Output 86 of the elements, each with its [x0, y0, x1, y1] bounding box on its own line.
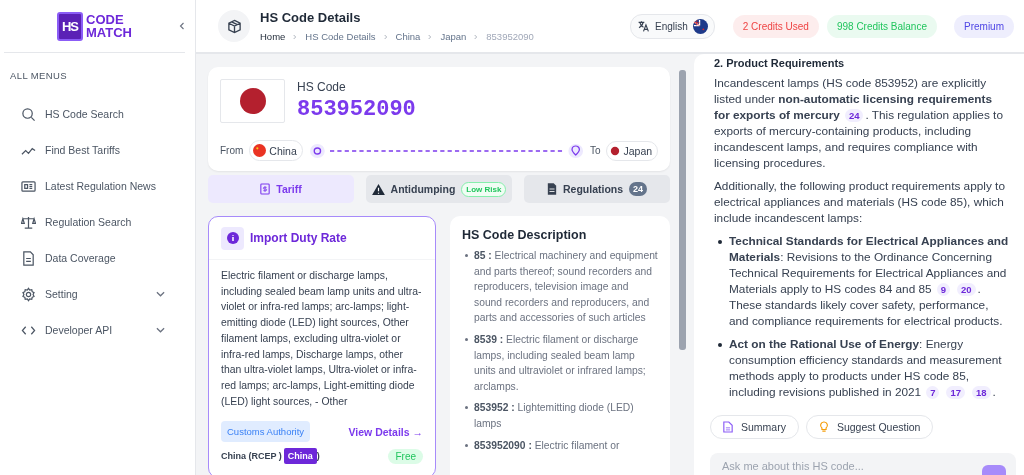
nav-item[interactable]: Regulation Search: [0, 204, 195, 240]
authority-badge: Customs Authority: [221, 421, 311, 443]
field-label: HS Code: [297, 80, 347, 94]
bullet-icon: [465, 443, 468, 447]
document-icon: [723, 421, 733, 433]
tab[interactable]: Regulations 24: [524, 175, 671, 203]
document-icon: [547, 183, 557, 195]
description-item: 85 : Electrical machinery and equipment and parts thereof; sound recorders and reproducers, television image and sound recorders and reproducers, and parts and accessories of such articles: [474, 249, 659, 326]
risk-badge: Low Risk: [461, 181, 507, 197]
flag-icon: [610, 145, 621, 156]
view-details-link[interactable]: View Details →: [348, 425, 423, 438]
card-title: Import Duty Rate: [250, 231, 347, 245]
bullet-icon: [465, 337, 468, 341]
action-button[interactable]: Summary: [710, 415, 799, 439]
flag-icon: [220, 79, 285, 123]
citation-link[interactable]: 17: [946, 386, 966, 399]
bullet-icon: [465, 406, 468, 410]
section-heading: 2. Product Requirements: [714, 57, 846, 69]
lightbulb-icon: [818, 421, 829, 433]
chevron-icon: [428, 33, 433, 40]
card-title: HS Code Description: [462, 228, 588, 242]
translate-icon: [636, 19, 650, 33]
paragraph: Additionally, the following product requirements apply to electrical appliances and materials (HS code 85), which include incandescent lamps:: [714, 178, 1006, 226]
chevron-icon: [474, 33, 479, 40]
hs-code: 853952090: [297, 97, 416, 122]
bullet-icon: [718, 240, 722, 244]
newspaper-icon: [21, 178, 36, 194]
country-tag: China: [283, 448, 317, 465]
flag-icon: [253, 144, 267, 157]
document-icon: [21, 250, 36, 266]
credit-badge: 998 Credits Balance: [826, 14, 937, 38]
breadcrumb-link[interactable]: Japan: [440, 31, 467, 42]
nav-item[interactable]: Setting: [0, 276, 195, 312]
flag-icon: [692, 18, 708, 34]
breadcrumb-link[interactable]: China: [395, 31, 421, 42]
section-title: ALL MENUS: [9, 69, 69, 83]
scales-icon: [21, 214, 36, 230]
duty-description: Electric filament or discharge lamps, including sealed beam lamp units and ultra-violet or infra-red lamps; arc-lamps; light-emitting diode (LED) light sources, Other filament lamps, excluding ultra-violet or infra-red lamps, Discharge lamps, other than ultra-violet lamps, Ultra-violet or infra-red lamps; arc-lamps, Light-emitting diode (LED) light sources, - Other: [221, 269, 423, 409]
paragraph: Incandescent lamps (HS code 853952) are explicitly listed under non-automatic licensing requirements for exports of mercury 24 . This regulation applies to exports of mercury-containing products, including incandescent lamps, and requires compliance with licensing procedures.: [714, 75, 1004, 171]
breadcrumb-link[interactable]: Home: [260, 31, 286, 42]
search-icon: [21, 106, 36, 122]
list-item-text: Act on the Rational Use of Energy: Energy consumption efficiency standards and measurement methods apply to products under HS code 85, including revisions published in 2021 7 17 18 .: [729, 336, 1003, 400]
tab[interactable]: Antidumping Low Risk: [366, 175, 513, 203]
citation-link[interactable]: 9: [936, 283, 950, 296]
citation-link[interactable]: 24: [844, 109, 864, 122]
receipt-icon: [260, 183, 271, 195]
citation-link[interactable]: 20: [956, 283, 976, 296]
nav-item[interactable]: Developer API: [0, 312, 195, 348]
list-item-text: Technical Standards for Electrical Appliances and Materials: Revisions to the Ordinance Concerning Technical Requirements for Electrical Appliances and Materials apply to HS codes 84 and 85 9 20 . These standards likely cover safety, performance, and compliance requirements for electrical products.: [729, 233, 1010, 329]
action-button[interactable]: Suggest Question: [805, 415, 934, 439]
bullet-icon: [718, 343, 722, 347]
description-item: 853952090 : Electric filament or: [474, 438, 620, 453]
nav-item[interactable]: Find Best Tariffs: [0, 132, 195, 168]
citation-link[interactable]: 18: [972, 386, 991, 399]
chevron-icon: [293, 33, 298, 40]
page-title: HS Code Details: [260, 10, 362, 25]
description-item: 853952 : Lightemitting diode (LED) lamps: [474, 401, 635, 431]
send-button[interactable]: [982, 465, 1006, 475]
logo-text: CODE: [86, 13, 125, 26]
nav-item[interactable]: Latest Regulation News: [0, 168, 195, 204]
count-badge: 24: [629, 182, 648, 196]
bullet-icon: [465, 254, 468, 257]
nav-item[interactable]: HS Code Search: [0, 96, 195, 132]
field-label: To: [589, 145, 601, 156]
settings-icon: [21, 286, 36, 302]
collapse-icon[interactable]: [179, 22, 185, 30]
box-icon: [218, 10, 250, 42]
rate-badge: Free: [388, 448, 423, 464]
info-icon: [221, 226, 244, 250]
credit-badge: 2 Credits Used: [732, 14, 819, 38]
language-button[interactable]: English: [629, 13, 715, 39]
citation-link[interactable]: 7: [926, 386, 940, 399]
scrollbar[interactable]: [679, 70, 686, 350]
logo-mark: HS: [56, 11, 84, 41]
nav-item[interactable]: Data Coverage: [0, 240, 195, 276]
breadcrumb-link[interactable]: HS Code Details: [305, 31, 376, 42]
credit-badge: Premium: [954, 14, 1014, 38]
rate-label: China (RCEP ): [221, 451, 282, 462]
warning-icon: [371, 183, 385, 195]
rate-label: ): [316, 451, 320, 462]
logo-text: MATCH: [86, 26, 132, 39]
chevron-icon: [383, 33, 388, 40]
field-label: From: [220, 145, 244, 156]
message-input[interactable]: Ask me about this HS code...: [710, 453, 1016, 475]
tab[interactable]: Tariff: [208, 175, 354, 203]
description-item: 8539 : Electric filament or discharge lamps, including sealed beam lamp units and ultraviolet or infrared lamps; arclamps.: [474, 332, 647, 394]
